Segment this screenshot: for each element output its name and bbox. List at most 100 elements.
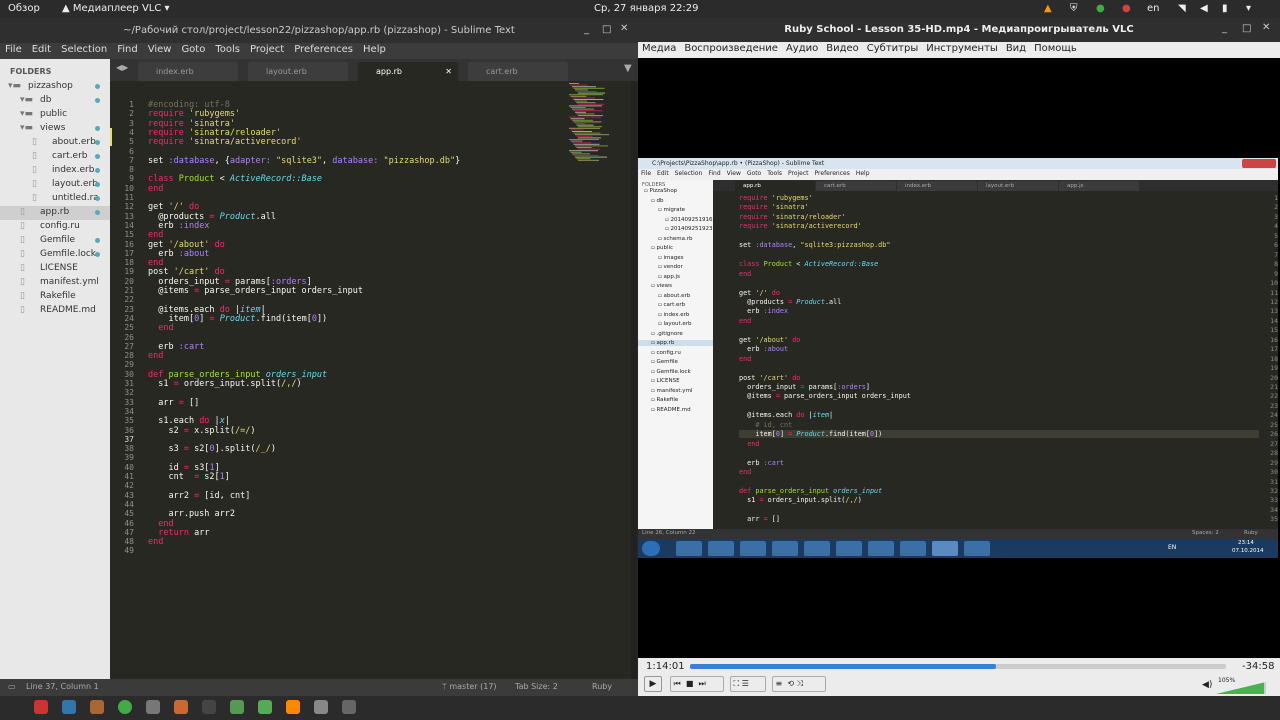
thunderbird-icon[interactable] xyxy=(62,700,76,714)
code-line: cnt = s2[1] xyxy=(148,472,230,482)
speaker-icon[interactable]: ◀) xyxy=(1202,680,1212,690)
tree-file[interactable]: ▯ LICENSE xyxy=(0,262,110,276)
shield-icon[interactable]: ⛨ xyxy=(1070,3,1078,14)
remaining-time: -34:58 xyxy=(1242,661,1275,672)
app-icon[interactable] xyxy=(230,700,244,714)
tab-layout-erb[interactable]: layout.erb xyxy=(248,62,348,81)
vlc-tray-icon[interactable]: ▲ xyxy=(1044,3,1052,14)
app-icon[interactable] xyxy=(258,700,272,714)
maximize-icon[interactable]: □ xyxy=(602,24,611,35)
close-icon[interactable]: ✕ xyxy=(445,62,452,81)
chrome-tray-icon[interactable]: ● xyxy=(1096,3,1105,14)
app-icon[interactable] xyxy=(342,700,356,714)
tree-file[interactable]: ▯ Gemfile.lock xyxy=(0,248,110,262)
scrollbar[interactable] xyxy=(631,81,637,679)
panel-icon[interactable]: ▭ xyxy=(8,682,16,691)
tree-file[interactable]: ▯ layout.erb xyxy=(0,178,110,192)
line-number: 44 xyxy=(124,499,134,509)
extended-settings-button[interactable]: ☰ xyxy=(742,679,749,688)
tab-app-rb[interactable]: app.rb ✕ xyxy=(358,62,458,81)
play-button[interactable]: ▶ xyxy=(644,676,662,692)
menu-video[interactable]: Видео xyxy=(822,42,863,55)
lang-indicator[interactable]: en xyxy=(1147,3,1160,14)
next-button[interactable]: ⏭ xyxy=(696,679,705,688)
close-icon[interactable]: ✕ xyxy=(1262,22,1270,33)
menu-subtitles[interactable]: Субтитры xyxy=(863,42,922,55)
wifi-icon[interactable]: ◥ xyxy=(1178,3,1186,14)
previous-button[interactable]: ⏮ xyxy=(671,679,683,688)
menu-preferences[interactable]: Preferences xyxy=(289,43,358,56)
tree-folder[interactable]: ▾▬ db xyxy=(0,94,110,108)
tree-folder[interactable]: ▾▬ pizzashop xyxy=(0,80,110,94)
chevron-down-icon[interactable]: ▾ xyxy=(1246,3,1251,14)
menu-media[interactable]: Медиа xyxy=(638,42,680,55)
battery-icon[interactable]: ▮ xyxy=(1222,3,1228,14)
inner-menu-item: Tools xyxy=(767,170,782,177)
tree-folder[interactable]: ▾▬ public xyxy=(0,108,110,122)
tab-index-erb[interactable]: index.erb xyxy=(138,62,238,81)
tab-nav-icon[interactable]: ◀▶ xyxy=(116,63,128,72)
inner-line-number: 32 xyxy=(1270,486,1278,495)
tree-file[interactable]: ▯ Gemfile xyxy=(0,234,110,248)
tree-file[interactable]: ▯ README.md xyxy=(0,304,110,318)
volume-slider[interactable] xyxy=(1216,682,1266,694)
tree-file[interactable]: ▯ app.rb xyxy=(0,206,110,220)
stop-button[interactable]: ■ xyxy=(683,679,696,688)
trash-icon[interactable] xyxy=(314,700,328,714)
app-grid-icon[interactable] xyxy=(34,700,48,714)
files-icon[interactable] xyxy=(146,700,160,714)
video-area[interactable]: C:\Projects\PizzaShop\app.rb • (PizzaSho… xyxy=(638,58,1280,658)
overview-button[interactable]: Обзор xyxy=(8,3,40,14)
loop-button[interactable]: ⟲ xyxy=(785,679,797,688)
menu-file[interactable]: File xyxy=(0,43,27,56)
tab-dropdown-icon[interactable]: ▼ xyxy=(624,63,632,74)
tree-file[interactable]: ▯ config.ru xyxy=(0,220,110,234)
close-icon[interactable]: ✕ xyxy=(620,23,628,34)
terminal-icon[interactable] xyxy=(202,700,216,714)
tab-size[interactable]: Tab Size: 2 xyxy=(515,682,558,691)
git-branch[interactable]: ᛘ master (17) xyxy=(442,682,497,691)
playlist-button[interactable]: ≡ xyxy=(773,679,785,688)
fullscreen-button[interactable]: ⛶ xyxy=(731,679,742,688)
top-bar: Обзор ▲ Медиаплеер VLC ▾ Ср, 27 января 2… xyxy=(0,0,1280,18)
menu-tools[interactable]: Tools xyxy=(210,43,245,56)
minimap-line xyxy=(578,148,600,150)
tree-file[interactable]: ▯ manifest.yml xyxy=(0,276,110,290)
archive-icon[interactable] xyxy=(90,700,104,714)
minimize-icon[interactable]: _ xyxy=(1222,23,1227,34)
tree-file[interactable]: ▯ about.erb xyxy=(0,136,110,150)
tree-file[interactable]: ▯ index.erb xyxy=(0,164,110,178)
tree-folder[interactable]: ▾▬ views xyxy=(0,122,110,136)
menu-selection[interactable]: Selection xyxy=(56,43,112,56)
shuffle-button[interactable]: ⤨ xyxy=(797,679,803,688)
menu-goto[interactable]: Goto xyxy=(176,43,210,56)
tree-file[interactable]: ▯ cart.erb xyxy=(0,150,110,164)
chrome-icon[interactable] xyxy=(118,700,132,714)
menu-playback[interactable]: Воспроизведение xyxy=(680,42,782,55)
menu-find[interactable]: Find xyxy=(112,43,143,56)
menu-help[interactable]: Помощь xyxy=(1030,42,1081,55)
chrome-tray-icon-2[interactable]: ● xyxy=(1122,3,1131,14)
seek-bar[interactable] xyxy=(690,664,1226,669)
volume-icon[interactable]: ◀ xyxy=(1200,3,1208,14)
app-menu[interactable]: ▲ Медиаплеер VLC ▾ xyxy=(62,3,170,14)
minimap[interactable] xyxy=(565,81,631,171)
tree-file[interactable]: ▯ untitled.ra xyxy=(0,192,110,206)
menu-project[interactable]: Project xyxy=(245,43,289,56)
inner-tree-item: ▫ vendor xyxy=(658,264,683,270)
app-icon[interactable] xyxy=(174,700,188,714)
menu-help[interactable]: Help xyxy=(358,43,391,56)
menu-view[interactable]: Вид xyxy=(1002,42,1030,55)
code-editor[interactable]: #encoding: utf-8 require 'rubygems' requir… xyxy=(138,81,558,679)
syntax[interactable]: Ruby xyxy=(592,682,612,691)
menu-edit[interactable]: Edit xyxy=(27,43,56,56)
menu-audio[interactable]: Аудио xyxy=(782,42,822,55)
clock[interactable]: Ср, 27 января 22:29 xyxy=(594,3,699,14)
menu-tools[interactable]: Инструменты xyxy=(922,42,1002,55)
menu-view[interactable]: View xyxy=(143,43,177,56)
tree-file[interactable]: ▯ Rakefile xyxy=(0,290,110,304)
minimize-icon[interactable]: _ xyxy=(584,24,589,35)
tab-cart-erb[interactable]: cart.erb xyxy=(468,62,568,81)
maximize-icon[interactable]: □ xyxy=(1242,23,1251,34)
vlc-icon[interactable] xyxy=(286,700,300,714)
